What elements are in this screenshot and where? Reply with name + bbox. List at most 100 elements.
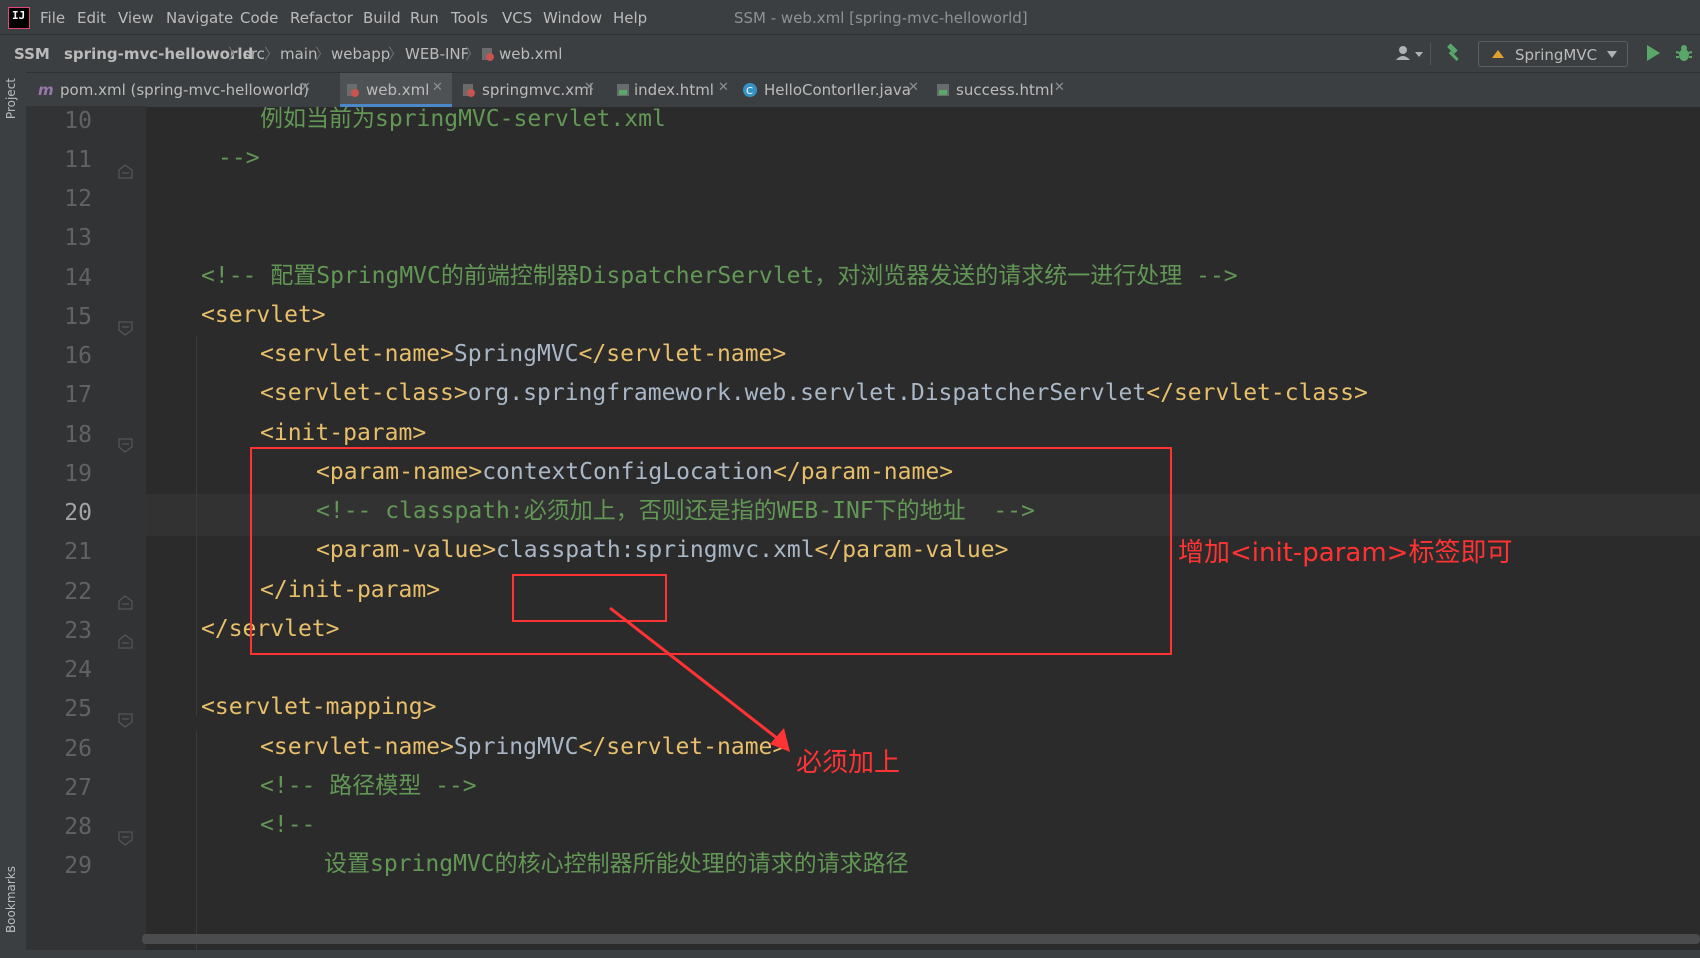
line-number: 29: [64, 853, 92, 879]
breadcrumb-web-inf[interactable]: WEB-INF: [405, 45, 469, 63]
code-line-10: 例如当前为springMVC-servlet.xml: [260, 106, 666, 132]
html-icon: [617, 84, 629, 96]
close-icon[interactable]: ✕: [300, 80, 311, 95]
indent-guide: [196, 336, 197, 716]
window-title: SSM - web.xml [spring-mvc-helloworld]: [734, 9, 1028, 27]
breadcrumb-project[interactable]: SSM: [14, 45, 50, 63]
maven-icon: m: [38, 81, 54, 99]
tab-success-html[interactable]: success.html ✕: [932, 73, 1072, 107]
breadcrumb-separator: 〉: [264, 45, 280, 63]
line-number: 21: [64, 539, 92, 565]
close-icon[interactable]: ✕: [908, 80, 919, 95]
line-number: 16: [64, 343, 92, 369]
build-hammer-icon[interactable]: [1444, 43, 1464, 63]
line-number: 22: [64, 579, 92, 605]
fold-start-icon[interactable]: [118, 713, 133, 728]
close-icon[interactable]: ✕: [1054, 80, 1065, 95]
user-account-icon[interactable]: [1394, 44, 1424, 62]
code-line-29: 设置springMVC的核心控制器所能处理的请求的请求路径: [324, 851, 909, 877]
breadcrumb-src[interactable]: src: [243, 45, 265, 63]
debug-icon[interactable]: [1674, 43, 1694, 63]
fold-start-icon[interactable]: [118, 438, 133, 453]
tab-label: HelloContorller.java: [764, 81, 911, 99]
menu-view[interactable]: View: [118, 9, 154, 27]
code-line-14: <!-- 配置SpringMVC的前端控制器DispatcherServlet，…: [201, 263, 1238, 289]
code-line-25: <servlet-mapping>: [201, 694, 437, 720]
tab-label: index.html: [634, 81, 714, 99]
horizontal-scrollbar[interactable]: [142, 934, 1700, 944]
breadcrumb-separator: 〉: [388, 45, 404, 63]
bookmarks-tool-button[interactable]: Bookmarks: [4, 866, 18, 933]
tab-web-xml[interactable]: web.xml ✕: [340, 73, 452, 107]
line-number: 24: [64, 657, 92, 683]
line-number-current: 20: [64, 500, 92, 526]
status-bar: [0, 950, 1700, 958]
editor-tab-bar: m pom.xml (spring-mvc-helloworld) ✕ web.…: [26, 72, 1700, 107]
navigation-bar: SSM spring-mvc-helloworld 〉 src 〉 main 〉…: [0, 34, 1700, 73]
classpath-annotation: 必须加上: [796, 748, 901, 778]
menu-vcs[interactable]: VCS: [502, 9, 532, 27]
line-number: 19: [64, 461, 92, 487]
left-tool-strip: Project Bookmarks: [0, 72, 27, 958]
menu-code[interactable]: Code: [240, 9, 278, 27]
menu-window[interactable]: Window: [543, 9, 602, 27]
menu-file[interactable]: File: [40, 9, 65, 27]
fold-start-icon[interactable]: [118, 831, 133, 846]
tomcat-icon: [1492, 50, 1504, 58]
line-number: 27: [64, 775, 92, 801]
run-configuration-select[interactable]: SpringMVC: [1478, 41, 1628, 67]
tab-label: pom.xml (spring-mvc-helloworld): [60, 81, 310, 99]
html-icon: [937, 84, 949, 96]
fold-end-icon[interactable]: [118, 595, 133, 610]
line-number: 12: [64, 186, 92, 212]
breadcrumb-file[interactable]: web.xml: [499, 45, 562, 63]
menu-refactor[interactable]: Refactor: [290, 9, 353, 27]
breadcrumb-separator: 〉: [465, 45, 481, 63]
xml-config-icon: [347, 84, 359, 97]
fold-end-icon[interactable]: [118, 634, 133, 649]
tab-index-html[interactable]: index.html ✕: [612, 73, 736, 107]
close-icon[interactable]: ✕: [432, 80, 443, 95]
chevron-down-icon: [1607, 51, 1617, 58]
code-line-27: <!-- 路径模型 -->: [260, 773, 477, 799]
code-line-16: <servlet-name>SpringMVC</servlet-name>: [260, 341, 787, 367]
indent-guide: [196, 731, 197, 958]
line-number: 15: [64, 304, 92, 330]
tab-label: web.xml: [366, 81, 430, 99]
menu-tools[interactable]: Tools: [451, 9, 488, 27]
tab-hellocontorller-java[interactable]: C HelloContorller.java ✕: [742, 73, 926, 107]
menu-run[interactable]: Run: [410, 9, 439, 27]
xml-config-icon: [463, 84, 475, 97]
code-line-28: <!--: [260, 812, 316, 838]
line-number: 25: [64, 696, 92, 722]
line-number: 10: [64, 108, 92, 134]
fold-end-icon[interactable]: [118, 164, 133, 179]
line-number: 23: [64, 618, 92, 644]
close-icon[interactable]: ✕: [584, 80, 595, 95]
breadcrumb-module[interactable]: spring-mvc-helloworld: [64, 45, 253, 63]
intellij-logo-icon: IJ: [8, 7, 30, 29]
menu-edit[interactable]: Edit: [77, 9, 106, 27]
tab-springmvc-xml[interactable]: springmvc.xml ✕: [456, 73, 602, 107]
menu-build[interactable]: Build: [363, 9, 401, 27]
menu-navigate[interactable]: Navigate: [166, 9, 233, 27]
fold-start-icon[interactable]: [118, 321, 133, 336]
java-class-icon: C: [743, 83, 757, 97]
svg-text:C: C: [746, 86, 753, 97]
menu-help[interactable]: Help: [613, 9, 647, 27]
breadcrumb-webapp[interactable]: webapp: [331, 45, 390, 63]
line-number: 13: [64, 225, 92, 251]
tab-pom-xml[interactable]: m pom.xml (spring-mvc-helloworld) ✕: [34, 73, 338, 107]
line-number: 17: [64, 382, 92, 408]
breadcrumb-main[interactable]: main: [280, 45, 317, 63]
line-number: 26: [64, 736, 92, 762]
xml-config-icon: [482, 48, 494, 61]
project-tool-button[interactable]: Project: [4, 78, 18, 119]
close-icon[interactable]: ✕: [718, 80, 729, 95]
code-line-15: <servlet>: [201, 302, 326, 328]
annotation-arrow-icon: [609, 606, 790, 752]
tab-label: success.html: [956, 81, 1054, 99]
run-icon[interactable]: [1645, 44, 1661, 62]
line-number: 11: [64, 147, 92, 173]
line-number: 18: [64, 422, 92, 448]
